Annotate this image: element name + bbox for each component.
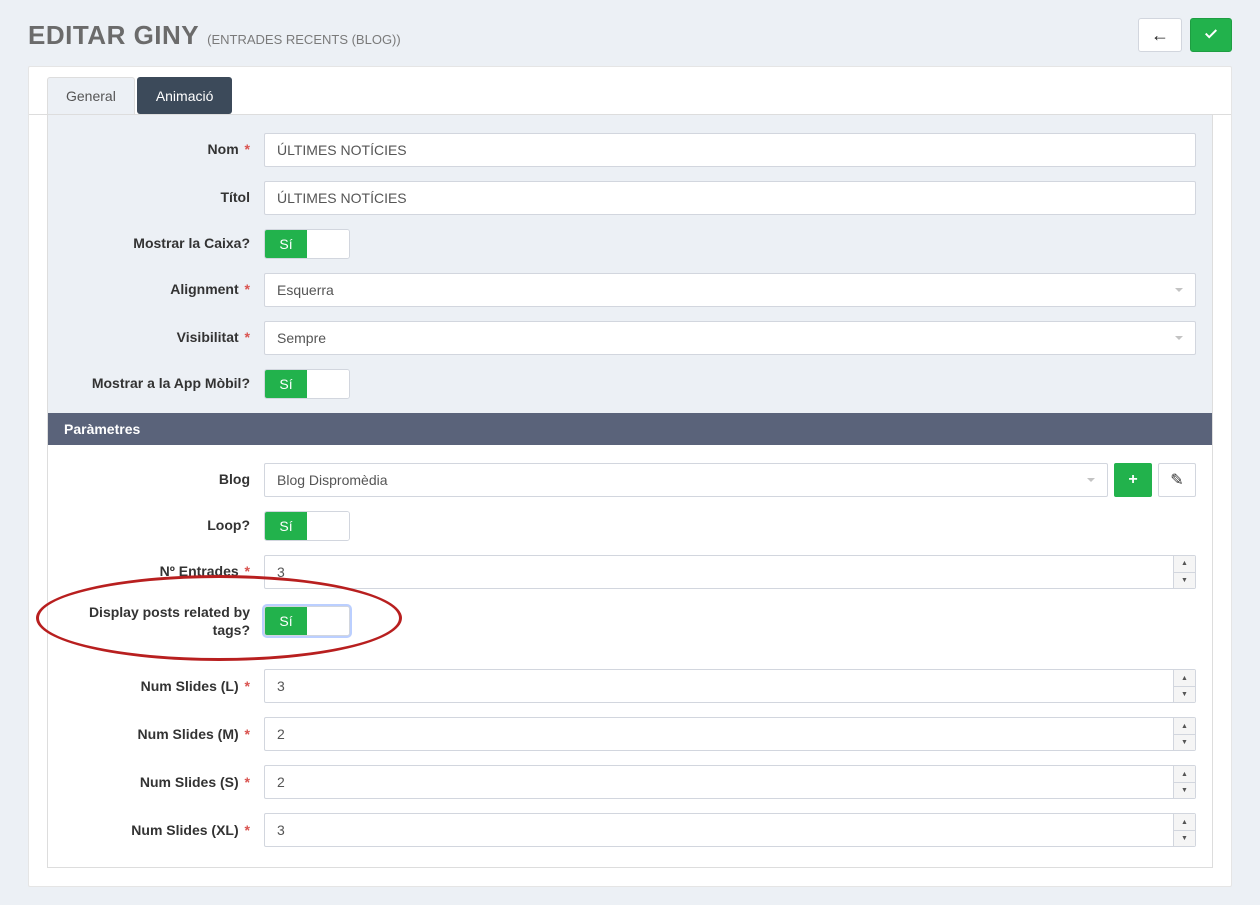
spin-down-icon[interactable]: ▼: [1174, 783, 1195, 799]
label-slides-s: Num Slides (S) *: [64, 774, 264, 792]
caret-down-icon: [1175, 336, 1183, 340]
label-alignment: Alignment *: [64, 281, 264, 299]
arrow-left-icon: ←: [1151, 25, 1169, 46]
caret-down-icon: [1087, 478, 1095, 482]
spin-down-icon[interactable]: ▼: [1174, 687, 1195, 703]
back-button[interactable]: ←: [1138, 18, 1182, 52]
label-slides-l: Num Slides (L) *: [64, 678, 264, 696]
titol-input[interactable]: [264, 181, 1196, 215]
spin-down-icon[interactable]: ▼: [1174, 573, 1195, 589]
slides-m-input[interactable]: 2 ▲▼: [264, 717, 1196, 751]
spin-down-icon[interactable]: ▼: [1174, 831, 1195, 847]
page-title-sub: (ENTRADES RECENTS (BLOG)): [207, 32, 401, 47]
parametres-section-header: Paràmetres: [48, 413, 1212, 445]
spin-up-icon[interactable]: ▲: [1174, 670, 1195, 687]
label-visibilitat: Visibilitat *: [64, 329, 264, 347]
visibilitat-select[interactable]: Sempre: [264, 321, 1196, 355]
blog-value: Blog Dispromèdia: [277, 472, 388, 488]
label-slides-m: Num Slides (M) *: [64, 726, 264, 744]
label-n-entrades: Nº Entrades *: [64, 563, 264, 581]
alignment-value: Esquerra: [277, 282, 334, 298]
mostrar-caixa-toggle[interactable]: Sí: [264, 229, 350, 259]
alignment-select[interactable]: Esquerra: [264, 273, 1196, 307]
posts-related-toggle[interactable]: Sí: [264, 606, 350, 636]
label-nom: Nom *: [64, 141, 264, 159]
spin-up-icon[interactable]: ▲: [1174, 556, 1195, 573]
page-title: EDITAR GINY (ENTRADES RECENTS (BLOG)): [28, 20, 401, 51]
n-entrades-input[interactable]: 3 ▲▼: [264, 555, 1196, 589]
check-icon: [1203, 26, 1219, 45]
mostrar-app-toggle[interactable]: Sí: [264, 369, 350, 399]
slides-xl-input[interactable]: 3 ▲▼: [264, 813, 1196, 847]
label-posts-related: Display posts related by tags?: [64, 603, 264, 639]
spin-up-icon[interactable]: ▲: [1174, 814, 1195, 831]
blog-edit-button[interactable]: ✎: [1158, 463, 1196, 497]
label-titol: Títol: [64, 189, 264, 207]
tab-animation[interactable]: Animació: [137, 77, 233, 114]
loop-toggle[interactable]: Sí: [264, 511, 350, 541]
blog-select[interactable]: Blog Dispromèdia: [264, 463, 1108, 497]
slides-l-input[interactable]: 3 ▲▼: [264, 669, 1196, 703]
tab-general[interactable]: General: [47, 77, 135, 114]
visibilitat-value: Sempre: [277, 330, 326, 346]
label-mostrar-caixa: Mostrar la Caixa?: [64, 235, 264, 253]
slides-s-input[interactable]: 2 ▲▼: [264, 765, 1196, 799]
pencil-icon: ✎: [1170, 470, 1183, 490]
save-button[interactable]: [1190, 18, 1232, 52]
label-loop: Loop?: [64, 517, 264, 535]
label-slides-xl: Num Slides (XL) *: [64, 822, 264, 840]
plus-icon: +: [1128, 471, 1137, 489]
spin-up-icon[interactable]: ▲: [1174, 718, 1195, 735]
spin-up-icon[interactable]: ▲: [1174, 766, 1195, 783]
label-blog: Blog: [64, 471, 264, 489]
nom-input[interactable]: [264, 133, 1196, 167]
label-mostrar-app: Mostrar a la App Mòbil?: [64, 375, 264, 393]
caret-down-icon: [1175, 288, 1183, 292]
page-title-main: EDITAR GINY: [28, 20, 199, 51]
spin-down-icon[interactable]: ▼: [1174, 735, 1195, 751]
blog-add-button[interactable]: +: [1114, 463, 1152, 497]
